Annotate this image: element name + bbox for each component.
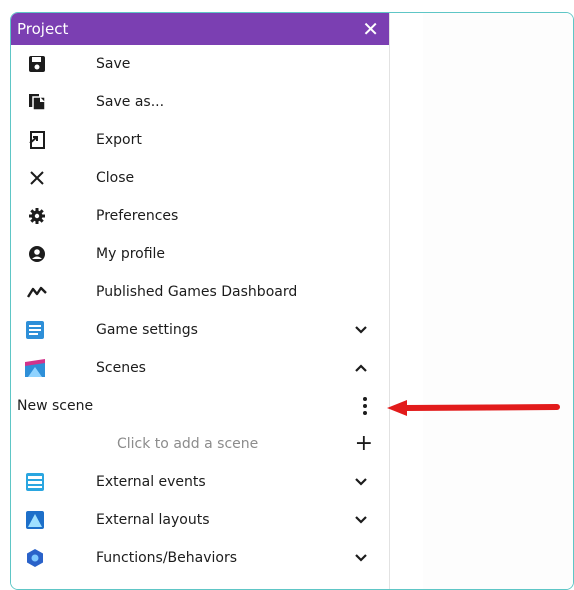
close-panel-button[interactable]: ✕ [362, 19, 379, 39]
add-icon[interactable]: + [355, 433, 373, 455]
scenes-icon [23, 357, 47, 379]
functions-icon [23, 547, 47, 569]
menu-label: Save [96, 56, 131, 72]
section-external-layouts[interactable]: External layouts [11, 501, 389, 539]
section-label: Game settings [96, 322, 198, 338]
chevron-down-icon[interactable] [353, 550, 369, 566]
external-layouts-icon [23, 509, 47, 531]
menu-label: Export [96, 132, 142, 148]
add-scene-label: Click to add a scene [117, 436, 259, 452]
section-label: External events [96, 474, 206, 490]
menu-item-published-games-dashboard[interactable]: Published Games Dashboard [11, 273, 389, 311]
panel-header: Project ✕ [11, 13, 389, 45]
menu-item-preferences[interactable]: Preferences [11, 197, 389, 235]
panel-title: Project [17, 20, 69, 38]
section-label: External layouts [96, 512, 210, 528]
menu-label: Preferences [96, 208, 179, 224]
menu-label: My profile [96, 246, 166, 262]
section-functions-behaviors[interactable]: Functions/Behaviors [11, 539, 389, 577]
game-settings-icon [23, 319, 47, 341]
annotation-arrow-icon [387, 400, 560, 416]
window-frame: Project ✕ Save Save as... Export Close P… [10, 12, 574, 590]
menu-item-my-profile[interactable]: My profile [11, 235, 389, 273]
chevron-up-icon[interactable] [353, 360, 369, 376]
menu-item-save[interactable]: Save [11, 45, 389, 83]
copy-icon [27, 92, 47, 112]
add-scene-row[interactable]: Click to add a scene + [11, 425, 389, 463]
gear-icon [27, 206, 47, 226]
project-panel: Project ✕ Save Save as... Export Close P… [11, 13, 390, 589]
menu-item-close[interactable]: Close [11, 159, 389, 197]
editor-background [423, 13, 573, 589]
menu-label: Save as... [96, 94, 165, 110]
export-icon [27, 130, 47, 150]
section-game-settings[interactable]: Game settings [11, 311, 389, 349]
chevron-down-icon[interactable] [353, 322, 369, 338]
scene-name: New scene [17, 398, 94, 414]
scene-item-new-scene[interactable]: New scene [11, 387, 389, 425]
menu-item-save-as[interactable]: Save as... [11, 83, 389, 121]
section-label: Functions/Behaviors [96, 550, 238, 566]
more-options-icon[interactable] [361, 397, 369, 415]
save-icon [27, 54, 47, 74]
profile-icon [27, 244, 47, 264]
chevron-down-icon[interactable] [353, 474, 369, 490]
section-external-events[interactable]: External events [11, 463, 389, 501]
menu-item-export[interactable]: Export [11, 121, 389, 159]
chevron-down-icon[interactable] [353, 512, 369, 528]
section-scenes[interactable]: Scenes [11, 349, 389, 387]
menu-label: Published Games Dashboard [96, 284, 298, 300]
external-events-icon [23, 471, 47, 493]
trend-icon [27, 282, 47, 302]
section-label: Scenes [96, 360, 146, 376]
menu-label: Close [96, 170, 135, 186]
close-icon [27, 168, 47, 188]
